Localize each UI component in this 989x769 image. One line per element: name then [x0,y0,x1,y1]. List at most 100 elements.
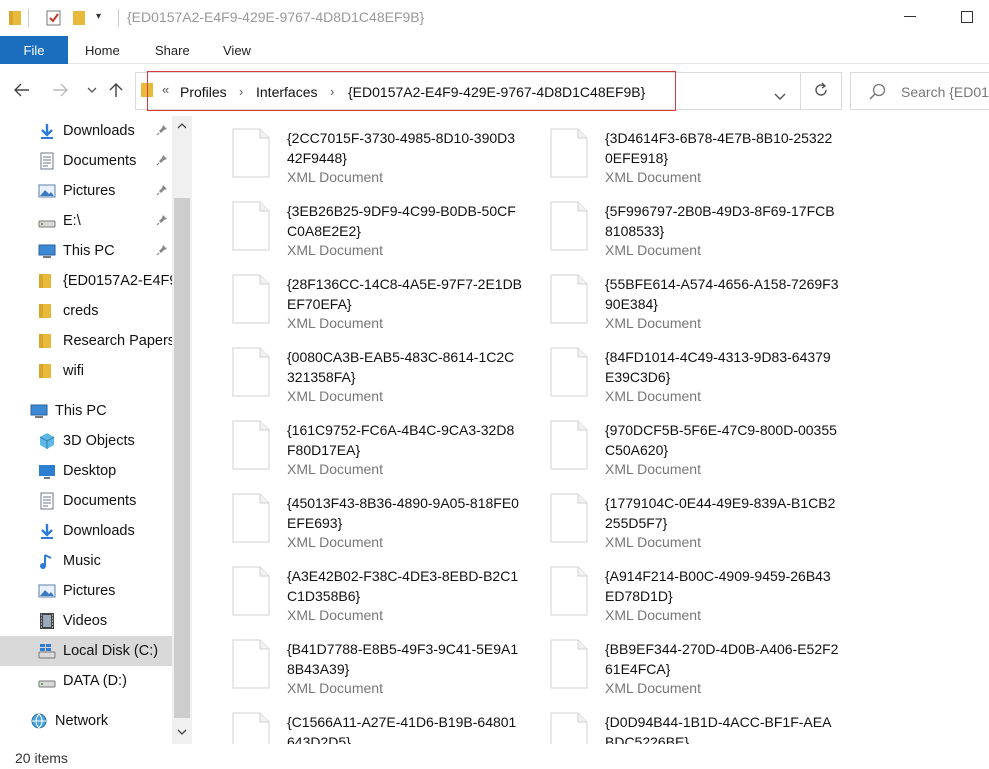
file-type: XML Document [287,242,383,258]
recent-locations-icon[interactable] [80,78,104,102]
xml-file-icon [550,420,588,470]
sidebar-item[interactable]: This PC [0,236,172,266]
sidebar-item[interactable]: Videos [0,606,172,636]
desktop-icon [38,462,56,480]
file-item[interactable]: {161C9752-FC6A-4B4C-9CA3-32D8F80D17EA} XM… [196,408,514,477]
file-item[interactable]: {B41D7788-E8B5-49F3-9C41-5E9A18B43A39} XM… [196,627,518,696]
file-list: {2CC7015F-3730-4985-8D10-390D342F9448} XM… [196,116,989,744]
file-item[interactable]: {1779104C-0E44-49E9-839A-B1CB2255D5F7} XM… [514,481,835,550]
file-name: {B41D7788-E8B5-49F3-9C41-5E9A18B43A39} [287,641,519,677]
file-item[interactable]: {C1566A11-A27E-41D6-B19B-64801643D2D5}XM… [196,700,516,744]
refresh-icon [813,82,829,101]
customize-toolbar-icon[interactable]: ▾ [96,11,101,22]
refresh-button[interactable] [800,72,840,110]
sidebar-scrollbar[interactable] [172,116,192,744]
file-item[interactable]: {D0D94B44-1B1D-4ACC-BF1F-AEABDC5226BE}XM… [514,700,831,744]
window-title: {ED0157A2-E4F9-429E-9767-4D8D1C48EF9B} [127,9,425,25]
file-name: {45013F43-8B36-4890-9A05-818FE0EFE693} [287,495,519,531]
sidebar-item-label: Documents [63,493,137,509]
file-item[interactable]: {5F996797-2B0B-49D3-8F69-17FCB8108533} XM… [514,189,835,258]
sidebar-item-label: wifi [63,363,84,379]
sidebar-item-label: Music [63,553,101,569]
xml-file-icon [232,639,270,689]
file-name: {A3E42B02-F38C-4DE3-8EBD-B2C1C1D358B6} [287,568,519,604]
sidebar-item[interactable]: {ED0157A2-E4F9 [0,266,172,296]
sidebar-item[interactable]: Research Papers [0,326,172,356]
xml-file-icon [232,274,270,324]
file-type: XML Document [605,315,701,331]
search-placeholder: Search {ED01 [901,84,989,100]
sidebar-item[interactable]: Local Disk (C:) [0,636,172,666]
sidebar-item-label: Videos [63,613,108,629]
scroll-up-icon[interactable] [172,116,192,136]
file-item[interactable]: {0080CA3B-EAB5-483C-8614-1C2C321358FA} XM… [196,335,514,404]
properties-icon[interactable] [45,9,63,30]
forward-icon[interactable] [48,78,72,102]
sidebar-item[interactable]: Music [0,546,172,576]
file-item[interactable]: {28F136CC-14C8-4A5E-97F7-2E1DBEF70EFA} XM… [196,262,522,331]
xml-file-icon [550,128,588,178]
sidebar-item[interactable]: Pictures [0,176,172,206]
address-dropdown-icon[interactable] [774,88,786,104]
xml-file-icon [550,347,588,397]
pin-icon[interactable] [156,214,168,229]
file-type: XML Document [287,607,383,623]
back-icon[interactable] [10,78,34,102]
pin-icon[interactable] [156,184,168,199]
sidebar-item-label: {ED0157A2-E4F9 [63,273,172,289]
xml-file-icon [232,201,270,251]
pictures-icon [38,582,56,600]
tab-home[interactable]: Home [85,36,120,64]
file-name: {28F136CC-14C8-4A5E-97F7-2E1DBEF70EFA} [287,276,523,312]
tab-view[interactable]: View [223,36,251,64]
new-folder-icon[interactable] [72,9,86,30]
file-item[interactable]: {84FD1014-4C49-4313-9D83-64379E39C3D6} XM… [514,335,831,404]
sidebar-item-label: Documents [63,153,137,169]
maximize-icon[interactable] [955,6,979,28]
file-name: {2CC7015F-3730-4985-8D10-390D342F9448} [287,130,516,166]
file-item[interactable]: {3EB26B25-9DF9-4C99-B0DB-50CFC0A8E2E2} XM… [196,189,516,258]
file-item[interactable]: {3D4614F3-6B78-4E7B-8B10-253220EFE918} XM… [514,116,832,185]
pin-icon[interactable] [156,154,168,169]
file-type: XML Document [287,388,383,404]
file-item[interactable]: {970DCF5B-5F6E-47C9-800D-00355C50A620} XM… [514,408,837,477]
file-item[interactable]: {55BFE614-A574-4656-A158-7269F390E384} XM… [514,262,839,331]
sidebar-item-label: creds [63,303,99,319]
file-name: {BB9EF344-270D-4D0B-A406-E52F261E4FCA} [605,641,839,677]
search-input[interactable]: Search {ED01 [850,72,989,110]
file-name: {55BFE614-A574-4656-A158-7269F390E384} [605,276,839,312]
sidebar-item[interactable]: Downloads [0,116,172,146]
file-item[interactable]: {45013F43-8B36-4890-9A05-818FE0EFE693} XM… [196,481,519,550]
pictures-icon [38,182,56,200]
xml-file-icon [550,493,588,543]
file-item[interactable]: {BB9EF344-270D-4D0B-A406-E52F261E4FCA} XM… [514,627,838,696]
sidebar-item[interactable]: DATA (D:) [0,666,172,696]
xml-file-icon [232,128,270,178]
tab-file[interactable]: File [0,36,68,64]
pin-icon[interactable] [156,244,168,259]
pin-icon[interactable] [156,124,168,139]
sidebar-item-label: Network [55,713,109,729]
sidebar-item[interactable]: creds [0,296,172,326]
file-item[interactable]: {A914F214-B00C-4909-9459-26B43ED78D1D} XM… [514,554,831,623]
sidebar-item[interactable]: Desktop [0,456,172,486]
sidebar-item[interactable]: Downloads [0,516,172,546]
sidebar-item[interactable]: Documents [0,146,172,176]
sidebar-item[interactable]: E:\ [0,206,172,236]
minimize-icon[interactable] [898,6,922,28]
file-name: {3D4614F3-6B78-4E7B-8B10-253220EFE918} [605,130,833,166]
sidebar-item[interactable]: Documents [0,486,172,516]
download-icon [38,122,56,140]
sidebar-item[interactable]: wifi [0,356,172,386]
sidebar-item[interactable]: This PC [0,396,172,426]
up-icon[interactable] [104,78,128,102]
scroll-down-icon[interactable] [172,722,192,742]
file-item[interactable]: {A3E42B02-F38C-4DE3-8EBD-B2C1C1D358B6} XM… [196,554,518,623]
sidebar-item[interactable]: 3D Objects [0,426,172,456]
tab-share[interactable]: Share [155,36,190,64]
status-bar: 20 items [0,746,989,769]
sidebar-item[interactable]: Network [0,706,172,736]
scroll-thumb[interactable] [174,198,190,718]
file-item[interactable]: {2CC7015F-3730-4985-8D10-390D342F9448} XM… [196,116,515,185]
sidebar-item[interactable]: Pictures [0,576,172,606]
